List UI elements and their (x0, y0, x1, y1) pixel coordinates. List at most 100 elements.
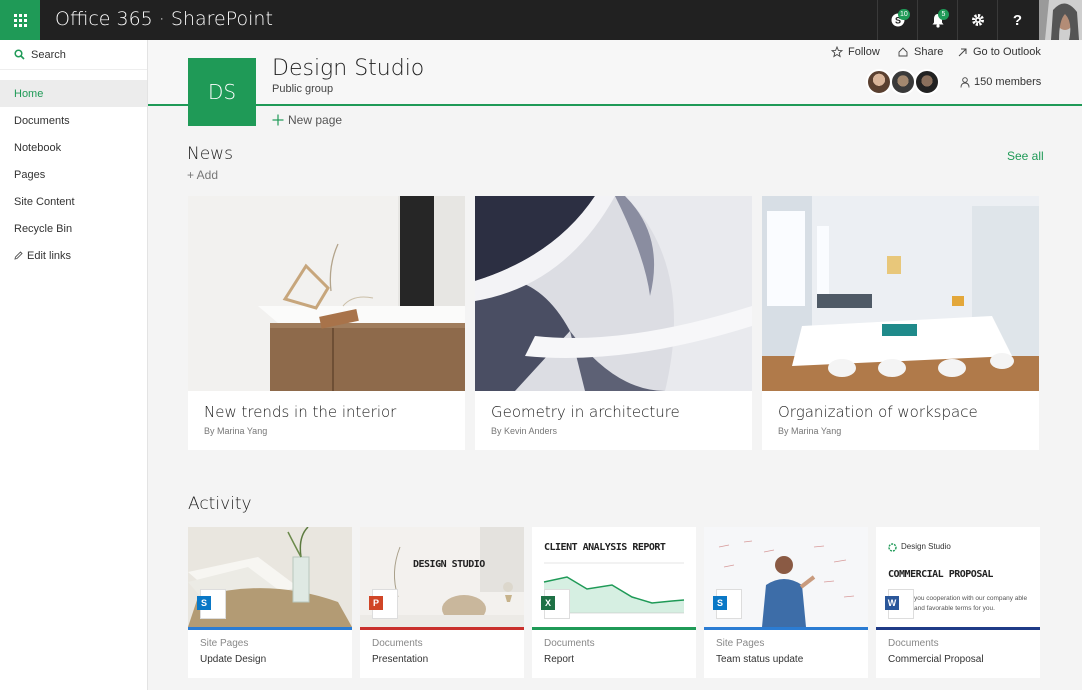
thumbnail-brand: Design Studio (901, 542, 951, 551)
news-author: By Marina Yang (204, 426, 268, 436)
member-avatars[interactable] (866, 69, 940, 95)
activity-name: Presentation (372, 654, 429, 665)
share-icon (898, 47, 908, 57)
activity-name: Report (544, 654, 575, 665)
sharepoint-file-icon: S (713, 589, 742, 619)
notifications-button[interactable]: 5 (917, 0, 957, 40)
avatar (914, 69, 940, 95)
help-button[interactable]: ? (997, 0, 1037, 40)
nav-item-recycle-bin[interactable]: Recycle Bin (0, 215, 147, 242)
app-title[interactable]: Office 365 · SharePoint (55, 8, 273, 30)
share-label: Share (914, 46, 944, 58)
nav-item-documents[interactable]: Documents (0, 107, 147, 134)
activity-type: Documents (888, 638, 939, 649)
nav-item-notebook[interactable]: Notebook (0, 134, 147, 161)
news-image (762, 196, 1039, 391)
thumbnail-heading: COMMERCIAL PROPOSAL (888, 569, 993, 580)
site-subtitle: Public group (272, 83, 334, 95)
search-label: Search (31, 48, 66, 61)
follow-label: Follow (848, 46, 880, 58)
powerpoint-file-icon: P (369, 589, 398, 619)
nav-item-home[interactable]: Home (0, 80, 147, 107)
news-title: Geometry in architecture (491, 403, 680, 421)
activity-type: Site Pages (200, 638, 249, 649)
sharepoint-file-icon: S (197, 589, 226, 619)
search-icon (14, 49, 25, 60)
pencil-icon (14, 251, 23, 260)
activity-thumbnail: S (704, 527, 868, 627)
activity-card[interactable]: S Site Pages Update Design (188, 527, 352, 678)
help-icon: ? (1012, 11, 1023, 29)
news-card[interactable]: Geometry in architecture By Kevin Anders (475, 196, 752, 450)
thumbnail-heading: CLIENT ANALYSIS REPORT (544, 542, 666, 553)
activity-thumbnail: CLIENT ANALYSIS REPORT X (532, 527, 696, 627)
skype-badge: 10 (898, 9, 910, 20)
news-image (475, 196, 752, 391)
news-card[interactable]: New trends in the interior By Marina Yan… (188, 196, 465, 450)
site-title: Design Studio (272, 56, 425, 81)
app-launcher-button[interactable] (0, 0, 40, 40)
activity-thumbnail: Design Studio COMMERCIAL PROPOSAL you co… (876, 527, 1040, 627)
news-card[interactable]: Organization of workspace By Marina Yang (762, 196, 1039, 450)
activity-type: Documents (372, 638, 423, 649)
thumbnail-heading: DESIGN STUDIO (413, 559, 485, 570)
news-heading: News (187, 144, 233, 164)
new-page-button[interactable]: New page (272, 113, 342, 127)
star-icon (831, 46, 843, 58)
settings-button[interactable] (957, 0, 997, 40)
see-all-link[interactable]: See all (1007, 149, 1044, 163)
activity-card[interactable]: CLIENT ANALYSIS REPORT X Documents Repor… (532, 527, 696, 678)
news-title: Organization of workspace (778, 403, 978, 421)
nav-item-pages[interactable]: Pages (0, 161, 147, 188)
activity-name: Update Design (200, 654, 267, 665)
follow-button[interactable]: Follow (831, 46, 880, 58)
news-author: By Marina Yang (778, 426, 842, 436)
nav-item-label: Notebook (14, 141, 62, 154)
activity-type: Documents (544, 638, 595, 649)
nav-item-label: Home (14, 87, 44, 100)
members-count[interactable]: 150 members (960, 76, 1041, 88)
nav-item-label: Documents (14, 114, 70, 127)
skype-button[interactable]: S 10 (877, 0, 917, 40)
suite-bar: Office 365 · SharePoint S 10 5 ? (0, 0, 1082, 40)
outlook-label: Go to Outlook (973, 46, 1041, 58)
word-file-icon: W (885, 589, 914, 619)
notifications-badge: 5 (938, 9, 949, 20)
activity-thumbnail: S (188, 527, 352, 627)
add-news-button[interactable]: + Add (187, 168, 218, 182)
brand-logo-icon (888, 543, 897, 552)
activity-card[interactable]: DESIGN STUDIO P Documents Presentation (360, 527, 524, 678)
excel-file-icon: X (541, 589, 570, 619)
search-box[interactable]: Search (0, 40, 147, 70)
activity-name: Commercial Proposal (888, 654, 984, 665)
thumbnail-body: you cooperation with our company able an… (914, 595, 1028, 612)
news-image (188, 196, 465, 391)
left-navigation: Search Home Documents Notebook Pages Sit… (0, 40, 148, 690)
waffle-icon (13, 13, 27, 27)
activity-thumbnail: DESIGN STUDIO P (360, 527, 524, 627)
nav-item-site-content[interactable]: Site Content (0, 188, 147, 215)
site-logo[interactable]: DS (188, 58, 256, 126)
person-icon (960, 76, 970, 88)
nav-item-label: Edit links (27, 249, 72, 262)
activity-card[interactable]: Design Studio COMMERCIAL PROPOSAL you co… (876, 527, 1040, 678)
user-avatar[interactable] (1039, 0, 1082, 40)
activity-type: Site Pages (716, 638, 765, 649)
nav-item-label: Pages (14, 168, 46, 181)
members-label: 150 members (974, 76, 1042, 88)
news-author: By Kevin Anders (491, 426, 558, 436)
news-title: New trends in the interior (204, 403, 397, 421)
plus-icon (272, 114, 284, 126)
activity-heading: Activity (188, 494, 252, 514)
activity-name: Team status update (716, 654, 804, 665)
gear-icon (971, 14, 984, 26)
share-button[interactable]: Share (897, 46, 943, 58)
new-page-label: New page (288, 113, 343, 127)
avatar (890, 69, 916, 95)
edit-links-button[interactable]: Edit links (0, 242, 147, 269)
nav-item-label: Site Content (14, 195, 75, 208)
go-to-outlook-link[interactable]: Go to Outlook (957, 46, 1041, 58)
avatar (866, 69, 892, 95)
arrow-up-right-icon (958, 48, 967, 56)
activity-card[interactable]: S Site Pages Team status update (704, 527, 868, 678)
